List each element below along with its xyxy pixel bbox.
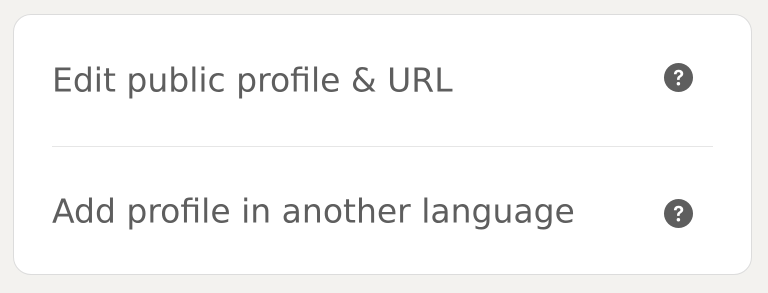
add-profile-language-label: Add profile in another language <box>52 191 575 231</box>
question-circle-icon[interactable] <box>663 62 694 93</box>
edit-public-profile-label: Edit public profile & URL <box>52 60 453 100</box>
question-circle-icon[interactable] <box>663 198 694 229</box>
add-profile-language-row[interactable]: Add profile in another language <box>14 146 751 276</box>
profile-settings-card: Edit public profile & URL Add profile in… <box>13 14 752 275</box>
edit-public-profile-row[interactable]: Edit public profile & URL <box>14 15 751 145</box>
